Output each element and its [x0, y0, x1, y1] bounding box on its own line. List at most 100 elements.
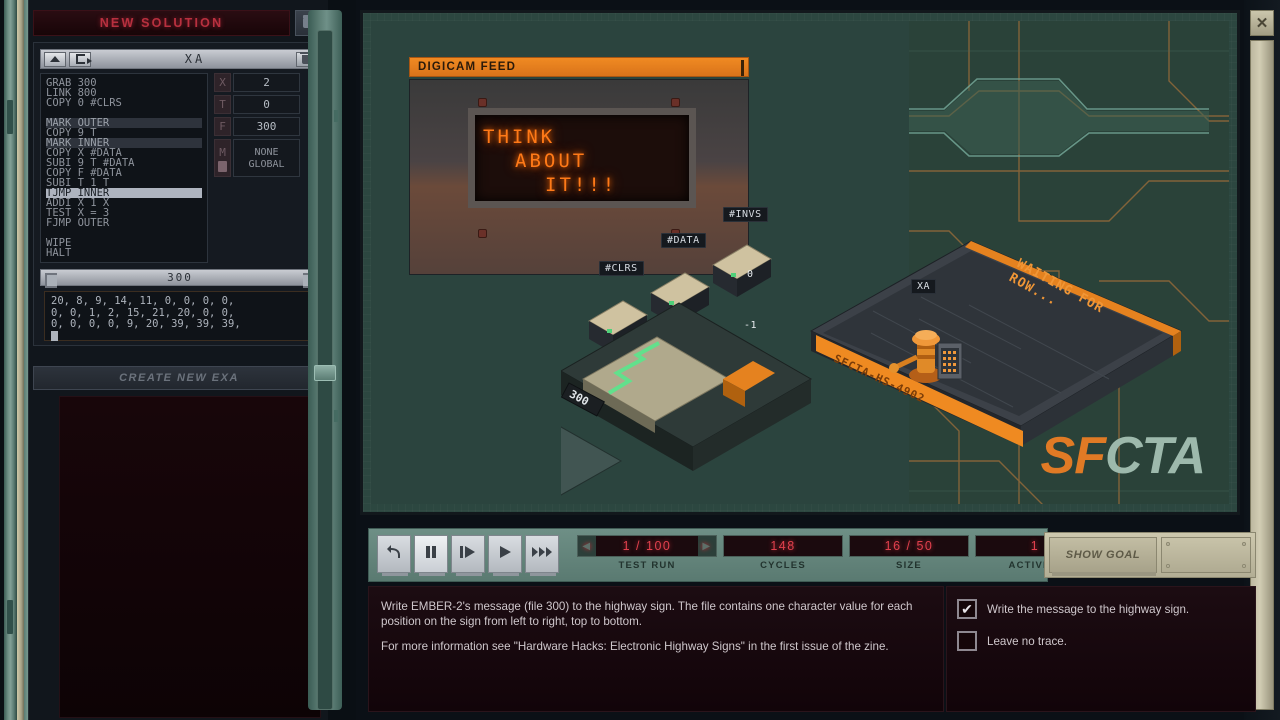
fast-forward-icon: [532, 545, 552, 563]
playback-buttons: [377, 535, 559, 576]
goal-plate: [1161, 537, 1251, 573]
code-editor[interactable]: GRAB 300 LINK 800 COPY 0 #CLRS MARK OUTER C…: [40, 73, 208, 263]
digicam-title: DIGICAM FEED: [418, 61, 517, 73]
file-contents[interactable]: 20, 8, 9, 14, 11, 0, 0, 0, 0, 0, 0, 1, 2,…: [44, 291, 316, 341]
vertical-slider-knob[interactable]: [314, 365, 336, 381]
sign-bolt: [478, 229, 487, 238]
screw-icon: [1242, 542, 1246, 546]
stat-label: CYCLES: [760, 560, 806, 571]
check-icon: ✔: [961, 601, 973, 617]
code-line[interactable]: COPY 0 #CLRS: [46, 98, 202, 109]
playback-control-bar: ◀ ▶ 1 / 100 TEST RUN 148 CYCLES 16 / 50 SIZE 1 AC…: [368, 528, 1095, 582]
collapse-button[interactable]: [44, 51, 66, 67]
memory-scope: GLOBAL: [248, 158, 285, 170]
register-value: 2: [233, 73, 300, 92]
stat-screen: 16 / 50: [849, 535, 969, 557]
simulation-viewport[interactable]: DIGICAM FEED THINK ABOUT IT!!! WAITING F…: [360, 10, 1240, 515]
stat-value: 1 / 100: [622, 539, 672, 553]
reset-button[interactable]: [377, 535, 411, 576]
register-tag-data[interactable]: #DATA: [661, 233, 706, 248]
stat-value: 148: [770, 539, 796, 553]
step-icon: [459, 545, 477, 564]
door-exit-icon: [75, 54, 92, 64]
next-test-run-button[interactable]: ▶: [698, 536, 716, 556]
code-line[interactable]: FJMP OUTER: [46, 218, 202, 229]
screw-icon: [1166, 564, 1170, 568]
viewport-inner: DIGICAM FEED THINK ABOUT IT!!! WAITING F…: [371, 21, 1229, 504]
empty-exa-slot[interactable]: [59, 396, 321, 718]
objective-area: Write EMBER-2's message (file 300) to th…: [368, 586, 1256, 712]
sign-line-2: ABOUT: [515, 150, 588, 172]
rail-notch: [7, 100, 13, 134]
stat-value: 1: [1030, 539, 1040, 553]
clrs-value-readout: -1: [744, 320, 758, 331]
stat-screen: 148: [723, 535, 843, 557]
memory-chip-icon: [218, 161, 227, 172]
logo-cta: CTA: [1104, 427, 1206, 485]
frame-rail-gold: [17, 0, 24, 720]
fast-forward-button[interactable]: [525, 535, 559, 576]
register-value: NONE GLOBAL: [233, 139, 300, 177]
exit-button[interactable]: [69, 51, 92, 67]
stat-screen: ◀ ▶ 1 / 100: [577, 535, 717, 557]
sign-bolt: [478, 98, 487, 107]
objective-paragraph-1: Write EMBER-2's message (file 300) to th…: [381, 600, 913, 628]
file-line[interactable]: 0, 0, 0, 0, 9, 20, 39, 39, 39,: [51, 318, 309, 331]
pause-icon: [424, 545, 438, 564]
exa-editor-panel: NEW SOLUTION XA GRAB 300 LINK 800 COPY 0 #…: [28, 0, 328, 720]
stat-value: 16 / 50: [884, 539, 934, 553]
stat-cycles: 148 CYCLES: [723, 535, 843, 571]
register-key-letter: M: [219, 146, 226, 159]
objective-checklist: ✔ Write the message to the highway sign. L…: [946, 586, 1256, 712]
objective-description: Write EMBER-2's message (file 300) to th…: [368, 586, 944, 712]
stat-size: 16 / 50 SIZE: [849, 535, 969, 571]
stat-label: SIZE: [896, 560, 922, 571]
register-row-f: F 300: [214, 117, 300, 136]
bottom-bar: ◀ ▶ 1 / 100 TEST RUN 148 CYCLES 16 / 50 SIZE 1 AC…: [360, 528, 1260, 714]
svg-text:0: 0: [747, 269, 753, 280]
prev-test-run-button[interactable]: ◀: [578, 536, 596, 556]
stat-test-run: ◀ ▶ 1 / 100 TEST RUN: [577, 535, 717, 571]
close-button[interactable]: ✕: [1250, 10, 1274, 36]
objective-checkbox: ✔: [957, 599, 977, 619]
text-cursor: [51, 330, 58, 341]
register-value: 0: [233, 95, 300, 114]
slider-tick: [334, 110, 338, 122]
objective-check-label: Write the message to the highway sign.: [987, 602, 1190, 616]
objective-paragraph-2: For more information see "Hardware Hacks…: [381, 640, 889, 653]
step-button[interactable]: [451, 535, 485, 576]
file-tab[interactable]: 300: [40, 269, 320, 288]
register-row-t: T0: [214, 95, 300, 114]
create-new-exa-button[interactable]: CREATE NEW EXA: [33, 366, 325, 390]
highway-sign-board: THINK ABOUT IT!!!: [468, 108, 696, 208]
register-value: 300: [233, 117, 300, 136]
sign-line-1: THINK: [483, 126, 556, 148]
solution-header: NEW SOLUTION: [33, 10, 325, 36]
objective-check-row: ✔ Write the message to the highway sign.: [957, 599, 1245, 619]
show-goal-button[interactable]: SHOW GOAL: [1049, 537, 1157, 576]
register-key: T: [214, 95, 231, 114]
play-button[interactable]: [488, 535, 522, 576]
code-line[interactable]: HALT: [46, 248, 202, 259]
logo-sf: SF: [1040, 427, 1106, 485]
objective-check-label: Leave no trace.: [987, 634, 1067, 648]
register-key: X: [214, 73, 231, 92]
pause-button[interactable]: [414, 535, 448, 576]
screw-icon: [1166, 542, 1170, 546]
file-line[interactable]: 20, 8, 9, 14, 11, 0, 0, 0, 0,: [51, 295, 309, 308]
exa-tag-xa[interactable]: XA: [911, 279, 937, 294]
register-panel: X 2 T 0 F 300 M NONE GLOBAL: [214, 73, 300, 180]
undo-icon: [386, 544, 402, 565]
exa-title: XA: [184, 52, 206, 66]
objective-check-row: Leave no trace.: [957, 631, 1245, 651]
exa-card: XA GRAB 300 LINK 800 COPY 0 #CLRS MARK OUT…: [33, 42, 325, 346]
chevron-up-icon: [50, 56, 60, 62]
goal-bar: SHOW GOAL: [1044, 532, 1256, 578]
register-key: M: [214, 139, 231, 177]
register-row-m: M NONE GLOBAL: [214, 139, 300, 177]
new-solution-banner[interactable]: NEW SOLUTION: [33, 10, 290, 36]
register-tag-invs[interactable]: #INVS: [723, 207, 768, 222]
register-tag-clrs[interactable]: #CLRS: [599, 261, 644, 276]
objective-checkbox: [957, 631, 977, 651]
digicam-bar-nub: [741, 60, 744, 76]
